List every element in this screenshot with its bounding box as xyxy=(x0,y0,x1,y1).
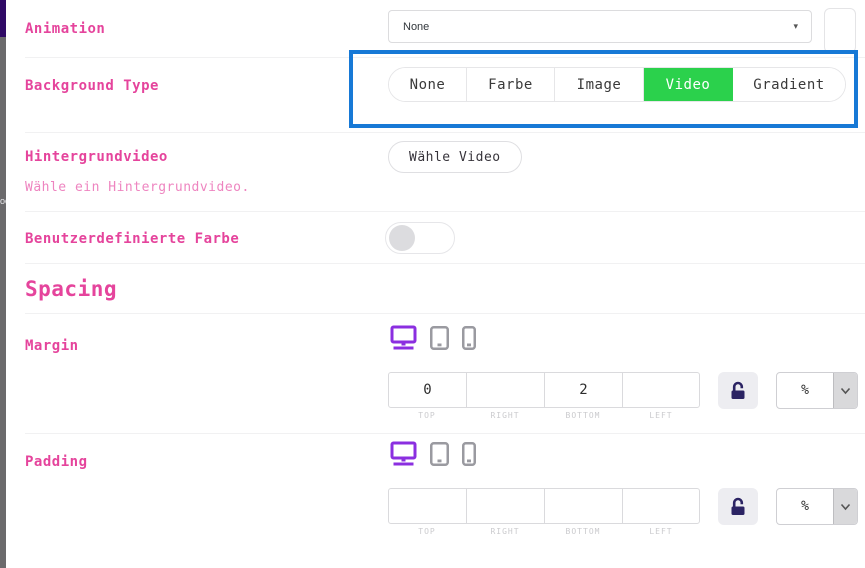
choose-video-button[interactable]: Wähle Video xyxy=(388,141,522,173)
animation-label: Animation xyxy=(25,21,105,37)
admin-bar-edge xyxy=(0,0,6,37)
row-divider xyxy=(25,433,865,434)
margin-left-input[interactable] xyxy=(623,373,701,407)
desktop-icon[interactable] xyxy=(390,325,417,354)
spacing-heading: Spacing xyxy=(25,277,117,301)
padding-left-input[interactable] xyxy=(623,489,701,523)
settings-panel: oc Animation None ▾ Background Type None… xyxy=(0,0,865,568)
bottom-label: BOTTOM xyxy=(544,527,622,536)
right-label: RIGHT xyxy=(466,527,544,536)
margin-inputs xyxy=(388,372,700,408)
background-type-option-farbe[interactable]: Farbe xyxy=(467,68,555,101)
background-type-option-video[interactable]: Video xyxy=(644,68,733,101)
margin-link-values-button[interactable] xyxy=(718,372,758,409)
margin-top-input[interactable] xyxy=(389,373,467,407)
background-type-label: Background Type xyxy=(25,78,159,94)
lock-open-icon xyxy=(728,497,748,517)
mobile-icon[interactable] xyxy=(462,442,476,470)
background-type-option-image[interactable]: Image xyxy=(555,68,644,101)
section-divider xyxy=(25,313,865,314)
left-label: LEFT xyxy=(622,527,700,536)
padding-input-labels: TOP RIGHT BOTTOM LEFT xyxy=(388,527,700,536)
dropdown-arrow-icon: ▾ xyxy=(793,22,798,32)
margin-right-input[interactable] xyxy=(467,373,545,407)
row-divider xyxy=(25,57,865,58)
mobile-icon[interactable] xyxy=(462,326,476,354)
padding-right-input[interactable] xyxy=(467,489,545,523)
padding-device-switcher xyxy=(390,441,476,470)
tablet-icon[interactable] xyxy=(430,442,449,470)
background-page-edge: oc xyxy=(0,0,6,568)
background-video-description: Wähle ein Hintergrundvideo. xyxy=(25,180,250,195)
row-divider xyxy=(25,211,865,212)
padding-label: Padding xyxy=(25,454,88,470)
animation-aux-box[interactable] xyxy=(824,8,856,53)
chevron-down-icon xyxy=(833,489,857,524)
toggle-knob xyxy=(389,225,415,251)
margin-input-labels: TOP RIGHT BOTTOM LEFT xyxy=(388,411,700,420)
lock-open-icon xyxy=(728,381,748,401)
animation-select-value: None xyxy=(403,21,429,33)
padding-inputs xyxy=(388,488,700,524)
padding-bottom-input[interactable] xyxy=(545,489,623,523)
margin-unit-value: % xyxy=(777,373,833,408)
background-page-text-fragment: oc xyxy=(0,196,6,207)
background-type-option-none[interactable]: None xyxy=(389,68,467,101)
padding-top-input[interactable] xyxy=(389,489,467,523)
background-type-button-group: None Farbe Image Video Gradient xyxy=(388,67,846,102)
top-label: TOP xyxy=(388,527,466,536)
padding-unit-select[interactable]: % xyxy=(776,488,858,525)
padding-unit-value: % xyxy=(777,489,833,524)
margin-bottom-input[interactable] xyxy=(545,373,623,407)
row-divider xyxy=(25,132,865,133)
custom-color-label: Benutzerdefinierte Farbe xyxy=(25,231,239,247)
background-type-option-gradient[interactable]: Gradient xyxy=(733,68,845,101)
right-label: RIGHT xyxy=(466,411,544,420)
animation-select[interactable]: None ▾ xyxy=(388,10,812,43)
section-divider xyxy=(25,263,865,264)
background-video-label: Hintergrundvideo xyxy=(25,149,168,165)
tablet-icon[interactable] xyxy=(430,326,449,354)
padding-link-values-button[interactable] xyxy=(718,488,758,525)
desktop-icon[interactable] xyxy=(390,441,417,470)
left-label: LEFT xyxy=(622,411,700,420)
margin-unit-select[interactable]: % xyxy=(776,372,858,409)
margin-device-switcher xyxy=(390,325,476,354)
top-label: TOP xyxy=(388,411,466,420)
chevron-down-icon xyxy=(833,373,857,408)
bottom-label: BOTTOM xyxy=(544,411,622,420)
custom-color-toggle[interactable] xyxy=(385,222,455,254)
margin-label: Margin xyxy=(25,338,79,354)
